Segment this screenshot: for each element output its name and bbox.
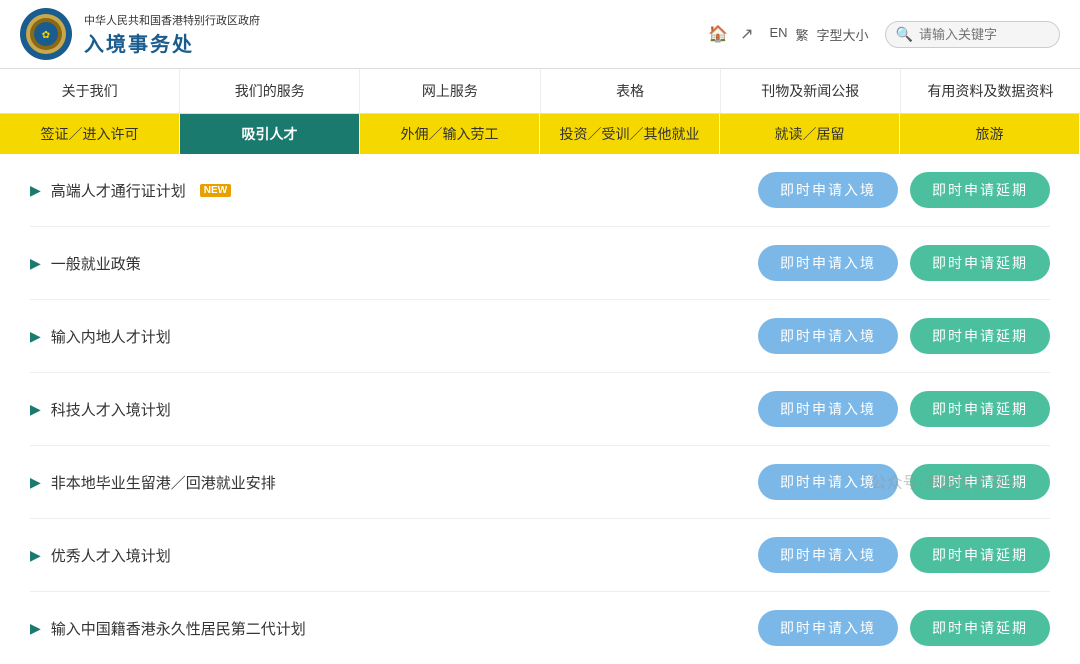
list-item-title-6[interactable]: 输入中国籍香港永久性居民第二代计划	[51, 618, 306, 639]
logo-text: 中华人民共和国香港特别行政区政府 入境事务处	[84, 12, 260, 57]
list-item: ▶ 输入内地人才计划 即时申请入境 即时申请延期	[30, 300, 1050, 373]
list-item: ▶ 高端人才通行证计划 NEW 即时申请入境 即时申请延期	[30, 154, 1050, 227]
list-item-title-0[interactable]: 高端人才通行证计划	[51, 180, 186, 201]
list-item-right-2: 即时申请入境 即时申请延期	[758, 318, 1050, 354]
list-item-left-3: ▶ 科技人才入境计划	[30, 399, 171, 420]
list-item-title-5[interactable]: 优秀人才入境计划	[51, 545, 171, 566]
sub-nav: 签证／进入许可 吸引人才 外佣／输入劳工 投资／受训／其他就业 就读／居留 旅游	[0, 114, 1080, 154]
main-nav: 关于我们 我们的服务 网上服务 表格 刊物及新闻公报 有用资料及数据资料	[0, 69, 1080, 114]
logo-icon: ✿	[20, 8, 72, 60]
content-area: ▶ 高端人才通行证计划 NEW 即时申请入境 即时申请延期 ▶ 一般就业政策 即…	[0, 154, 1080, 664]
btn-extend-4[interactable]: 即时申请延期	[910, 464, 1050, 500]
list-item: ▶ 非本地毕业生留港／回港就业安排 即时申请入境 即时申请延期	[30, 446, 1050, 519]
list-item-left-2: ▶ 输入内地人才计划	[30, 326, 171, 347]
nav-item-online[interactable]: 网上服务	[360, 69, 540, 113]
btn-extend-2[interactable]: 即时申请延期	[910, 318, 1050, 354]
svg-text:✿: ✿	[42, 30, 50, 41]
share-icon[interactable]: ↗	[740, 24, 753, 44]
font-size-link[interactable]: 字型大小	[817, 25, 869, 44]
btn-extend-1[interactable]: 即时申请延期	[910, 245, 1050, 281]
list-item: ▶ 一般就业政策 即时申请入境 即时申请延期	[30, 227, 1050, 300]
subnav-investment[interactable]: 投资／受训／其他就业	[540, 114, 720, 154]
list-item-title-2[interactable]: 输入内地人才计划	[51, 326, 171, 347]
arrow-icon-3: ▶	[30, 401, 41, 418]
list-item-left-5: ▶ 优秀人才入境计划	[30, 545, 171, 566]
list-item-right-6: 即时申请入境 即时申请延期	[758, 610, 1050, 646]
subnav-helper[interactable]: 外佣／输入劳工	[360, 114, 540, 154]
btn-extend-6[interactable]: 即时申请延期	[910, 610, 1050, 646]
arrow-icon-1: ▶	[30, 255, 41, 272]
list-item-title-4[interactable]: 非本地毕业生留港／回港就业安排	[51, 472, 276, 493]
nav-item-publications[interactable]: 刊物及新闻公报	[721, 69, 901, 113]
lang-en[interactable]: EN	[769, 25, 787, 44]
subnav-study[interactable]: 就读／居留	[720, 114, 900, 154]
list-item: ▶ 科技人才入境计划 即时申请入境 即时申请延期	[30, 373, 1050, 446]
list-item: ▶ 优秀人才入境计划 即时申请入境 即时申请延期	[30, 519, 1050, 592]
new-badge-0: NEW	[200, 184, 231, 197]
list-item-left-0: ▶ 高端人才通行证计划 NEW	[30, 180, 231, 201]
search-input[interactable]	[919, 27, 1049, 42]
dept-name: 入境事务处	[84, 28, 260, 57]
header-icons: 🏠 ↗	[708, 24, 753, 44]
header-left: ✿ 中华人民共和国香港特别行政区政府 入境事务处	[20, 8, 260, 60]
nav-item-forms[interactable]: 表格	[541, 69, 721, 113]
list-item: ▶ 输入中国籍香港永久性居民第二代计划 即时申请入境 即时申请延期	[30, 592, 1050, 664]
gov-title: 中华人民共和国香港特别行政区政府	[84, 12, 260, 28]
btn-extend-0[interactable]: 即时申请延期	[910, 172, 1050, 208]
list-item-right-5: 即时申请入境 即时申请延期	[758, 537, 1050, 573]
list-item-right-4: 即时申请入境 即时申请延期	[758, 464, 1050, 500]
btn-enter-1[interactable]: 即时申请入境	[758, 245, 898, 281]
nav-item-resources[interactable]: 有用资料及数据资料	[901, 69, 1080, 113]
nav-item-about[interactable]: 关于我们	[0, 69, 180, 113]
btn-enter-3[interactable]: 即时申请入境	[758, 391, 898, 427]
subnav-talent[interactable]: 吸引人才	[180, 114, 360, 154]
list-item-left-1: ▶ 一般就业政策	[30, 253, 141, 274]
btn-enter-4[interactable]: 即时申请入境	[758, 464, 898, 500]
home-icon[interactable]: 🏠	[708, 24, 728, 44]
header: ✿ 中华人民共和国香港特别行政区政府 入境事务处 🏠 ↗ EN 繁 字型大小 🔍	[0, 0, 1080, 69]
list-item-right-0: 即时申请入境 即时申请延期	[758, 172, 1050, 208]
search-box: 🔍	[885, 21, 1060, 48]
btn-enter-5[interactable]: 即时申请入境	[758, 537, 898, 573]
subnav-visa[interactable]: 签证／进入许可	[0, 114, 180, 154]
btn-extend-3[interactable]: 即时申请延期	[910, 391, 1050, 427]
btn-enter-2[interactable]: 即时申请入境	[758, 318, 898, 354]
arrow-icon-2: ▶	[30, 328, 41, 345]
arrow-icon-0: ▶	[30, 182, 41, 199]
arrow-icon-5: ▶	[30, 547, 41, 564]
header-right: 🏠 ↗ EN 繁 字型大小 🔍	[708, 21, 1060, 48]
search-icon: 🔍	[896, 26, 913, 43]
btn-extend-5[interactable]: 即时申请延期	[910, 537, 1050, 573]
lang-switcher: EN 繁 字型大小	[769, 25, 868, 44]
lang-tc[interactable]: 繁	[796, 25, 809, 44]
subnav-travel[interactable]: 旅游	[900, 114, 1080, 154]
nav-item-services[interactable]: 我们的服务	[180, 69, 360, 113]
list-item-right-3: 即时申请入境 即时申请延期	[758, 391, 1050, 427]
list-item-left-4: ▶ 非本地毕业生留港／回港就业安排	[30, 472, 276, 493]
btn-enter-6[interactable]: 即时申请入境	[758, 610, 898, 646]
list-item-title-3[interactable]: 科技人才入境计划	[51, 399, 171, 420]
btn-enter-0[interactable]: 即时申请入境	[758, 172, 898, 208]
list-item-title-1[interactable]: 一般就业政策	[51, 253, 141, 274]
list-item-right-1: 即时申请入境 即时申请延期	[758, 245, 1050, 281]
arrow-icon-6: ▶	[30, 620, 41, 637]
list-item-left-6: ▶ 输入中国籍香港永久性居民第二代计划	[30, 618, 306, 639]
arrow-icon-4: ▶	[30, 474, 41, 491]
